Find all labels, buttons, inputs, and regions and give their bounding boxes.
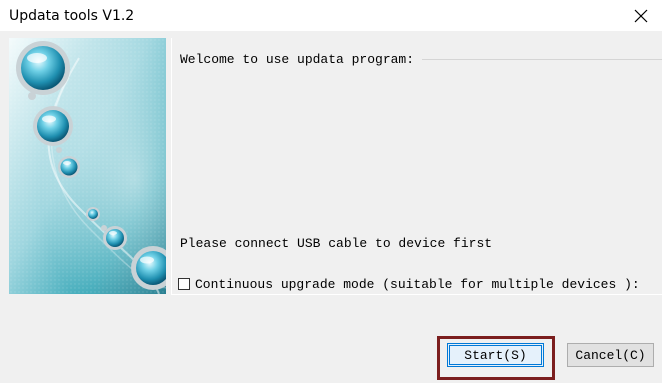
connect-usb-text: Please connect USB cable to device first [180, 236, 493, 251]
group-box-line [422, 59, 662, 60]
title-bar[interactable]: Updata tools V1.2 [0, 0, 662, 31]
close-button[interactable] [622, 0, 662, 31]
panel-divider [171, 294, 662, 295]
cancel-button[interactable]: Cancel(C) [567, 343, 654, 367]
continuous-mode-checkbox[interactable] [178, 278, 190, 290]
title-divider [0, 31, 662, 37]
continuous-mode-label[interactable]: Continuous upgrade mode (suitable for mu… [195, 277, 640, 292]
updater-window: Updata tools V1.2 Welcome to use updata … [0, 0, 662, 383]
bubbles-decorative-image [9, 38, 166, 294]
start-button[interactable]: Start(S) [447, 343, 544, 367]
welcome-text: Welcome to use updata program: [180, 52, 415, 67]
window-title: Updata tools V1.2 [9, 8, 135, 24]
content-panel [171, 38, 662, 294]
side-banner-image [9, 38, 166, 294]
close-icon [634, 9, 648, 23]
